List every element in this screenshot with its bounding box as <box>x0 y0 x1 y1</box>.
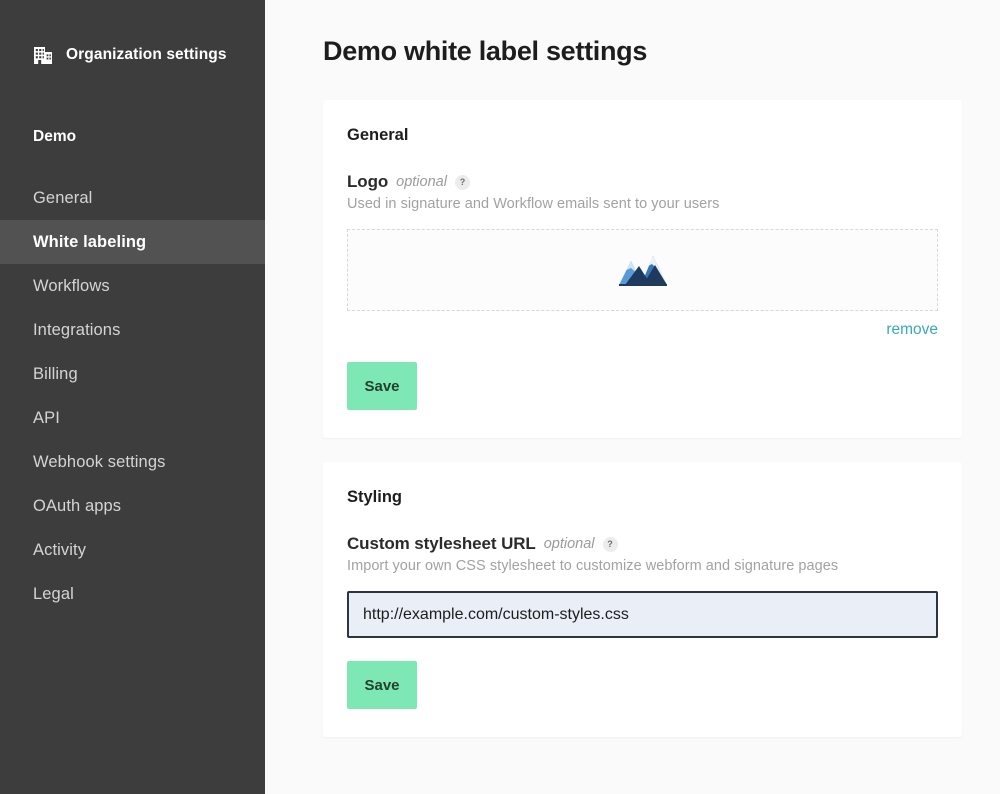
main-content: Demo white label settings General Logo o… <box>265 0 1000 794</box>
general-card: General Logo optional ? Used in signatur… <box>323 100 962 438</box>
logo-field-label: Logo <box>347 172 389 191</box>
logo-field-description: Used in signature and Workflow emails se… <box>347 196 720 212</box>
mountain-logo-image <box>617 252 669 288</box>
stylesheet-field-description: Import your own CSS stylesheet to custom… <box>347 558 839 574</box>
sidebar: Organization settings Demo General White… <box>0 0 265 794</box>
styling-card-title: Styling <box>347 488 403 506</box>
sidebar-item-general[interactable]: General <box>0 176 265 220</box>
sidebar-header[interactable]: Organization settings <box>0 38 265 72</box>
building-icon <box>33 45 54 66</box>
stylesheet-field-label-row: Custom stylesheet URL optional ? <box>347 534 938 554</box>
help-icon[interactable]: ? <box>454 174 470 190</box>
sidebar-item-oauth-apps[interactable]: OAuth apps <box>0 484 265 528</box>
general-card-title: General <box>347 126 409 144</box>
logo-upload-dropzone[interactable] <box>347 229 938 311</box>
organization-name: Demo <box>33 128 77 145</box>
help-icon[interactable]: ? <box>602 536 618 552</box>
logo-optional-tag: optional <box>396 174 447 190</box>
sidebar-item-legal[interactable]: Legal <box>0 572 265 616</box>
stylesheet-url-input[interactable] <box>347 591 938 638</box>
sidebar-item-integrations[interactable]: Integrations <box>0 308 265 352</box>
remove-logo-link[interactable]: remove <box>886 321 938 339</box>
sidebar-item-activity[interactable]: Activity <box>0 528 265 572</box>
sidebar-item-white-labeling[interactable]: White labeling <box>0 220 265 264</box>
logo-field-label-row: Logo optional ? <box>347 172 938 192</box>
page-title: Demo white label settings <box>323 36 648 66</box>
sidebar-item-api[interactable]: API <box>0 396 265 440</box>
stylesheet-field-label: Custom stylesheet URL <box>347 534 536 553</box>
save-general-button[interactable]: Save <box>347 362 417 410</box>
save-styling-button[interactable]: Save <box>347 661 417 709</box>
sidebar-item-webhook-settings[interactable]: Webhook settings <box>0 440 265 484</box>
remove-row: remove <box>347 321 938 339</box>
sidebar-nav: General White labeling Workflows Integra… <box>0 176 265 616</box>
sidebar-header-title: Organization settings <box>66 46 227 63</box>
styling-card: Styling Custom stylesheet URL optional ?… <box>323 462 962 737</box>
sidebar-item-workflows[interactable]: Workflows <box>0 264 265 308</box>
stylesheet-optional-tag: optional <box>543 536 595 552</box>
sidebar-item-billing[interactable]: Billing <box>0 352 265 396</box>
